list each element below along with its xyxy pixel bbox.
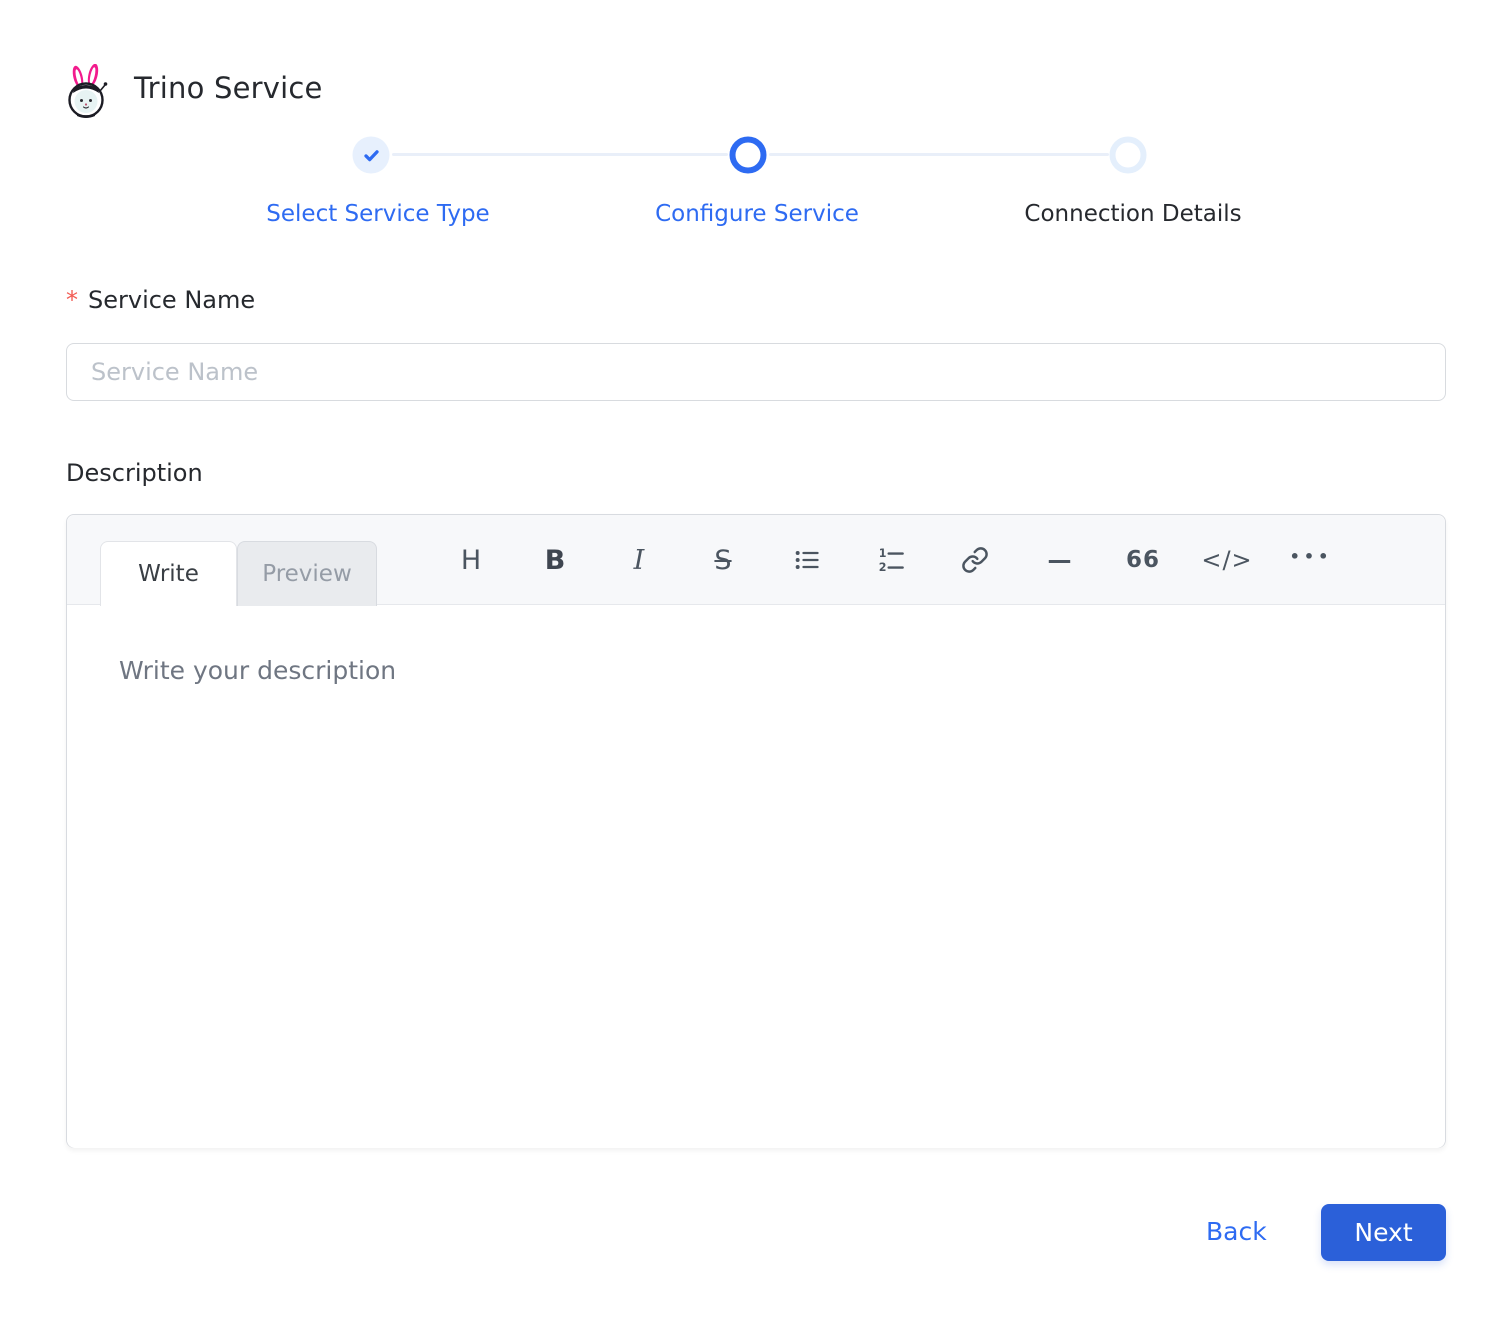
italic-icon: I <box>633 544 645 576</box>
strikethrough-button[interactable]: S <box>681 515 765 605</box>
italic-button[interactable]: I <box>597 515 681 605</box>
service-name-label: * Service Name <box>66 286 255 314</box>
service-name-label-text: Service Name <box>88 286 256 314</box>
step-indicator-select-service-type <box>352 136 390 174</box>
tab-preview[interactable]: Preview <box>237 541 377 606</box>
step-label-connection-details: Connection Details <box>1024 201 1242 227</box>
code-button[interactable]: </> <box>1185 515 1269 605</box>
horizontal-rule-icon: — <box>1047 546 1072 574</box>
step-indicator-connection-details <box>1109 136 1147 174</box>
required-asterisk: * <box>66 286 78 314</box>
back-button[interactable]: Back <box>1206 1217 1267 1246</box>
bullet-list-button[interactable] <box>765 515 849 605</box>
service-name-input[interactable] <box>66 343 1446 401</box>
editor-toolbar: Write Preview H B I S 1 2 — 66 </> ••• <box>67 515 1445 606</box>
next-button[interactable]: Next <box>1321 1204 1446 1261</box>
step-indicator-configure-service <box>729 136 767 174</box>
horizontal-rule-button[interactable]: — <box>1017 515 1101 605</box>
heading-icon: H <box>460 544 482 576</box>
link-icon <box>962 547 988 573</box>
link-button[interactable] <box>933 515 1017 605</box>
numbered-list-button[interactable]: 1 2 <box>849 515 933 605</box>
bullet-list-icon <box>795 551 819 569</box>
stepper-connector <box>769 153 1109 156</box>
svg-text:1: 1 <box>879 547 887 560</box>
page-title: Trino Service <box>134 71 323 105</box>
bold-icon: B <box>544 544 566 576</box>
toolbar-icons: H B I S 1 2 — 66 </> ••• <box>429 515 1353 605</box>
svg-text:2: 2 <box>879 561 887 574</box>
description-textarea[interactable] <box>67 606 1445 1148</box>
strikethrough-icon: S <box>714 544 732 576</box>
quote-button[interactable]: 66 <box>1101 515 1185 605</box>
description-editor: Write Preview H B I S 1 2 — 66 </> ••• W… <box>66 514 1446 1148</box>
step-label-configure-service: Configure Service <box>655 201 859 227</box>
bold-button[interactable]: B <box>513 515 597 605</box>
quote-icon: 66 <box>1125 547 1160 573</box>
code-icon: </> <box>1201 546 1253 574</box>
check-icon <box>363 149 379 161</box>
numbered-list-icon: 1 2 <box>879 547 904 574</box>
description-label: Description <box>66 459 203 487</box>
configure-service-page: Trino Service Select Service Type Config… <box>0 0 1510 1326</box>
step-label-select-service-type: Select Service Type <box>266 201 490 227</box>
heading-button[interactable]: H <box>429 515 513 605</box>
trino-bunny-logo <box>62 63 112 120</box>
tab-write[interactable]: Write <box>100 541 237 606</box>
more-button[interactable]: ••• <box>1269 515 1353 605</box>
stepper-connector <box>392 153 728 156</box>
ellipsis-icon: ••• <box>1289 546 1333 566</box>
